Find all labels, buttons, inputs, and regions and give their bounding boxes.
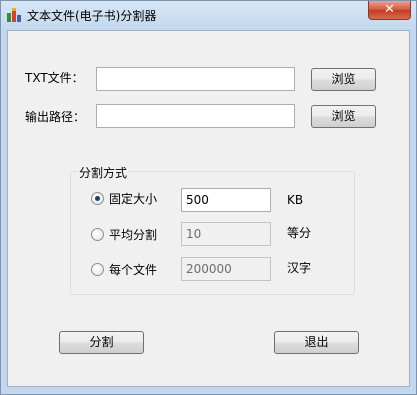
average-split-label[interactable]: 平均分割 [109,226,157,243]
txt-file-label: TXT文件： [25,71,84,85]
txt-file-input[interactable] [96,67,295,91]
fixed-size-label[interactable]: 固定大小 [109,190,157,207]
radio-per-file[interactable] [91,263,104,276]
app-window: 文本文件(电子书)分割器 ✕ TXT文件： 浏览 输出路径： 浏览 分割方式 固… [0,0,417,395]
per-file-unit: 汉字 [287,261,312,275]
output-path-label: 输出路径： [25,110,86,124]
per-file-input[interactable]: 200000 [181,257,271,281]
radio-fixed-size[interactable] [91,192,104,205]
txt-browse-button[interactable]: 浏览 [311,68,376,91]
split-button[interactable]: 分割 [59,331,144,354]
split-mode-group: 分割方式 固定大小 500 KB 平均分割 10 等分 每个文件 200000 … [70,164,355,295]
close-button[interactable]: ✕ [368,1,411,20]
per-file-label[interactable]: 每个文件 [109,261,157,278]
title-bar[interactable]: 文本文件(电子书)分割器 ✕ [1,1,416,29]
app-icon [7,8,21,22]
output-browse-button[interactable]: 浏览 [311,105,376,128]
average-split-input[interactable]: 10 [181,222,271,246]
output-path-input[interactable] [96,104,295,128]
average-split-unit: 等分 [287,226,312,240]
close-icon: ✕ [384,2,395,17]
fixed-size-input[interactable]: 500 [181,188,271,212]
window-title: 文本文件(电子书)分割器 [27,9,157,23]
client-area: TXT文件： 浏览 输出路径： 浏览 分割方式 固定大小 500 KB 平均分割… [7,30,410,387]
radio-average-split[interactable] [91,228,104,241]
fixed-size-unit: KB [287,193,304,207]
exit-button[interactable]: 退出 [274,331,359,354]
split-mode-title: 分割方式 [77,164,130,181]
